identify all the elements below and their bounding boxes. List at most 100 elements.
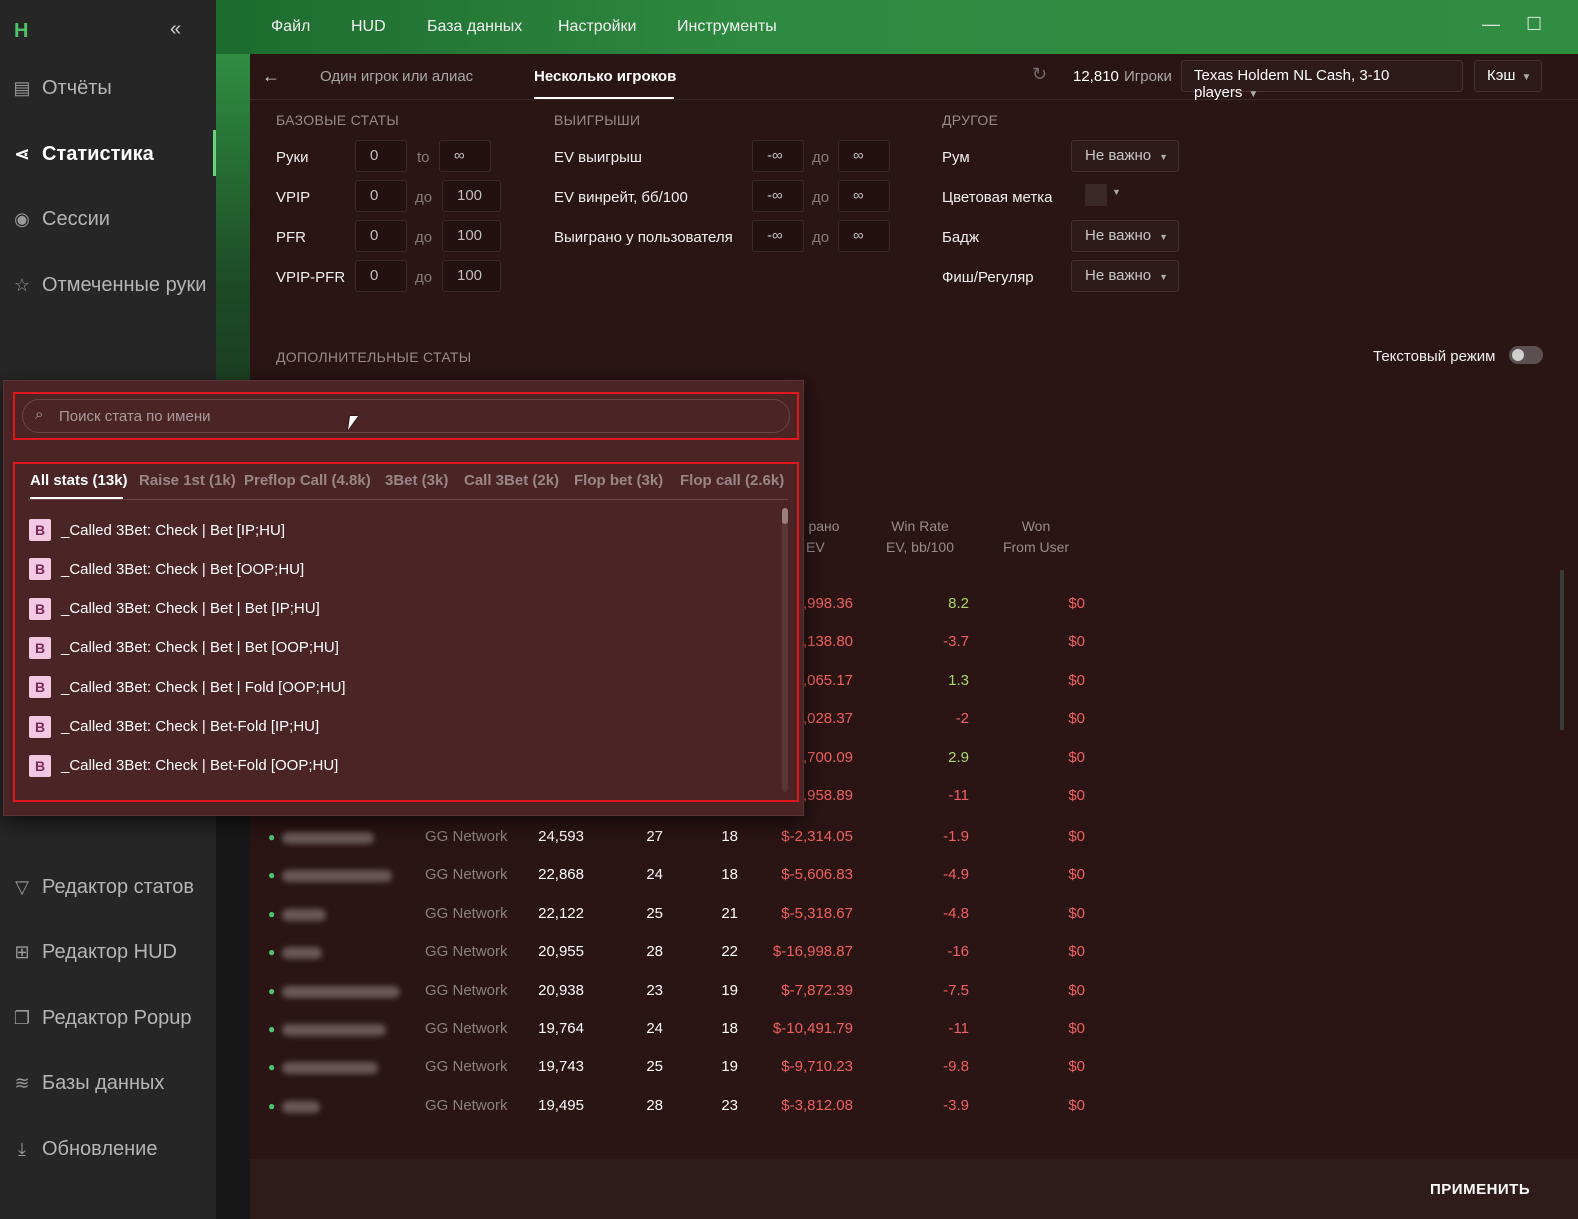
cell-winrate: -16	[947, 943, 969, 961]
table-row[interactable]: ● GG Network 19,764 24 18 $-10,491.79 -11 $0	[250, 1012, 1578, 1050]
stat-name: _Called 3Bet: Check | Bet [OOP;HU]	[61, 560, 305, 578]
chevron-down-icon[interactable]: ▼	[1112, 187, 1121, 197]
tab-flop-call[interactable]: Flop call (2.6k)	[680, 472, 784, 489]
cell-won-from-user: $0	[1068, 787, 1085, 804]
list-scroll-thumb[interactable]	[782, 508, 788, 524]
stat-list-item[interactable]: B _Called 3Bet: Check | Bet | Bet [IP;HU]	[29, 597, 320, 621]
stat-type-badge: B	[29, 597, 51, 620]
game-type-dropdown[interactable]: Texas Holdem NL Cash, 3-10 players ▼	[1181, 60, 1463, 101]
tab-single-player[interactable]: Один игрок или алиас	[320, 68, 473, 85]
cell-site: GG Network	[425, 1020, 508, 1037]
tab-call-3bet[interactable]: Call 3Bet (2k)	[464, 472, 559, 489]
sidebar-item-hud-editor[interactable]: ⊞ Редактор HUD	[12, 937, 177, 967]
cell-winrate: 1.3	[948, 671, 969, 689]
pfr-max-input[interactable]: 100	[442, 220, 501, 252]
menu-database[interactable]: База данных	[427, 18, 522, 36]
stat-list-highlight: All stats (13k) Raise 1st (1k) Preflop C…	[13, 462, 799, 802]
stat-list-item[interactable]: B _Called 3Bet: Check | Bet-Fold [IP;HU]	[29, 715, 319, 739]
filter-label-ev-won: EV выигрыш	[554, 149, 642, 166]
cell-vpip: 25	[646, 1058, 663, 1076]
minimize-icon[interactable]: —	[1482, 14, 1500, 35]
stat-list-item[interactable]: B _Called 3Bet: Check | Bet [OOP;HU]	[29, 557, 304, 581]
color-tag-swatch[interactable]	[1085, 184, 1107, 206]
stat-list-item[interactable]: B _Called 3Bet: Check | Bet-Fold [OOP;HU]	[29, 754, 338, 778]
sidebar-item-label: Сессии	[42, 207, 110, 230]
cell-won-ev: $-5,318.67	[781, 904, 853, 922]
sidebar-item-update[interactable]: ⤓ Обновление	[12, 1134, 157, 1164]
sidebar-item-statistics[interactable]: ⋖ Статистика	[12, 139, 153, 169]
sidebar-item-marked-hands[interactable]: ☆ Отмеченные руки	[12, 270, 207, 300]
fish-reg-select[interactable]: Не важно ▼	[1071, 260, 1179, 292]
text-mode-toggle[interactable]	[1509, 346, 1543, 364]
menu-settings[interactable]: Настройки	[558, 18, 636, 36]
tab-3bet[interactable]: 3Bet (3k)	[385, 472, 448, 489]
refresh-icon[interactable]: ↻	[1032, 64, 1047, 85]
cell-hands: 19,764	[538, 1020, 584, 1037]
stat-search-input[interactable]	[59, 404, 759, 428]
ev-winrate-max-input[interactable]: ∞	[838, 180, 890, 212]
divider	[28, 499, 788, 500]
search-box[interactable]: ⌕	[22, 399, 790, 433]
player-name-blurred	[282, 947, 322, 960]
menu-file[interactable]: Файл	[271, 18, 310, 36]
table-row[interactable]: ● GG Network 19,743 25 19 $-9,710.23 -9.8 $0	[250, 1050, 1578, 1088]
range-separator: до	[812, 189, 830, 206]
hands-max-input[interactable]: ∞	[439, 140, 491, 172]
header-line: Win Rate	[891, 518, 949, 534]
hands-min-input[interactable]: 0	[355, 140, 407, 172]
column-header-winrate[interactable]: Win Rate EV, bb/100	[880, 516, 960, 558]
tab-raise-first[interactable]: Raise 1st (1k)	[139, 472, 236, 489]
table-row[interactable]: ● GG Network 20,938 23 19 $-7,872.39 -7.5 $0	[250, 974, 1578, 1012]
stat-list-item[interactable]: B _Called 3Bet: Check | Bet | Fold [OOP;H…	[29, 675, 346, 699]
room-select[interactable]: Не важно ▼	[1071, 140, 1179, 172]
stat-list-item[interactable]: B _Called 3Bet: Check | Bet [IP;HU]	[29, 518, 285, 542]
status-dot: ●	[268, 868, 276, 883]
table-row[interactable]: ● GG Network 24,593 27 18 $-2,314.05 -1.9 $0	[250, 820, 1578, 858]
ev-won-max-input[interactable]: ∞	[838, 140, 890, 172]
report-icon: ▤	[13, 77, 31, 98]
won-from-user-max-input[interactable]: ∞	[838, 220, 890, 252]
sidebar-item-popup-editor[interactable]: ❐ Редактор Popup	[12, 1003, 192, 1033]
tab-preflop-call[interactable]: Preflop Call (4.8k)	[244, 472, 371, 489]
stat-list-item[interactable]: B _Called 3Bet: Check | Bet | Bet [OOP;HU…	[29, 636, 339, 660]
collapse-sidebar-icon[interactable]: «	[170, 18, 181, 41]
vpip-pfr-max-input[interactable]: 100	[442, 260, 501, 292]
badge-select[interactable]: Не важно ▼	[1071, 220, 1179, 252]
range-separator: до	[415, 269, 433, 286]
menu-tools[interactable]: Инструменты	[677, 18, 777, 36]
tab-multiple-players[interactable]: Несколько игроков	[534, 68, 676, 85]
tab-all-stats[interactable]: All stats (13k)	[30, 472, 128, 489]
pfr-min-input[interactable]: 0	[355, 220, 407, 252]
back-arrow-icon[interactable]: ←	[262, 66, 280, 87]
cell-winrate: -9.8	[943, 1058, 969, 1076]
cache-dropdown[interactable]: Кэш ▼	[1474, 60, 1542, 92]
won-from-user-min-input[interactable]: -∞	[752, 220, 804, 252]
table-row[interactable]: ● GG Network 22,122 25 21 $-5,318.67 -4.8 $0	[250, 897, 1578, 935]
table-row[interactable]: ● GG Network 19,495 28 23 $-3,812.08 -3.9 $0	[250, 1089, 1578, 1127]
sidebar-item-reports[interactable]: ▤ Отчёты	[12, 73, 111, 103]
ev-won-min-input[interactable]: -∞	[752, 140, 804, 172]
table-row[interactable]: ● GG Network 22,868 24 18 $-5,606.83 -4.9 $0	[250, 858, 1578, 896]
cell-site: GG Network	[425, 1058, 508, 1076]
column-header-won-from-user[interactable]: Won From User	[996, 516, 1076, 558]
cell-won-ev: $-3,812.08	[781, 1096, 853, 1114]
cell-winrate: -2	[955, 710, 969, 728]
apply-button[interactable]: ПРИМЕНИТЬ	[1430, 1181, 1530, 1198]
table-row[interactable]: ● GG Network 20,955 28 22 $-16,998.87 -16 $0	[250, 935, 1578, 973]
scrollbar[interactable]	[1560, 570, 1564, 730]
cell-site: GG Network	[425, 1096, 508, 1114]
list-scrollbar[interactable]	[782, 508, 788, 792]
sidebar-item-sessions[interactable]: ◉ Сессии	[12, 204, 110, 234]
vpip-max-input[interactable]: 100	[442, 180, 501, 212]
vpip-min-input[interactable]: 0	[355, 180, 407, 212]
ev-winrate-min-input[interactable]: -∞	[752, 180, 804, 212]
stat-name: _Called 3Bet: Check | Bet | Bet [OOP;HU]	[61, 639, 339, 657]
tab-flop-bet[interactable]: Flop bet (3k)	[574, 472, 663, 489]
player-name-blurred	[282, 832, 374, 844]
vpip-pfr-min-input[interactable]: 0	[355, 260, 407, 292]
maximize-icon[interactable]: ☐	[1526, 14, 1542, 35]
stat-type-badge: B	[29, 715, 51, 738]
sidebar-item-stat-editor[interactable]: ▽ Редактор статов	[12, 872, 194, 902]
menu-hud[interactable]: HUD	[351, 18, 386, 36]
sidebar-item-databases[interactable]: ≋ Базы данных	[12, 1068, 164, 1098]
